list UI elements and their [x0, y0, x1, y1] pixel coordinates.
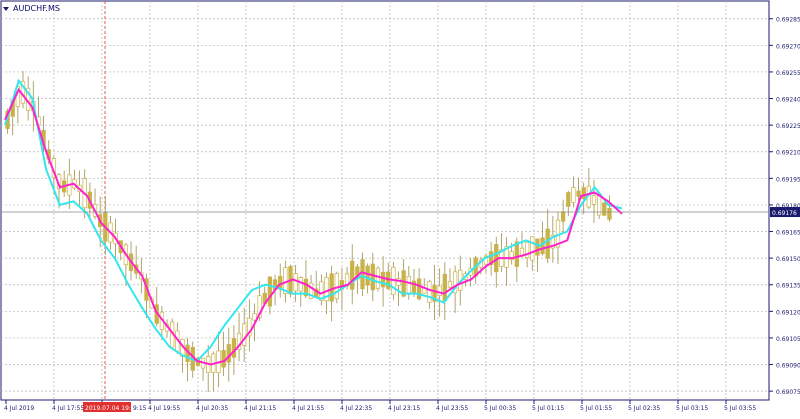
candle-body	[360, 259, 365, 290]
price-axis-label: 0.69225	[776, 123, 800, 130]
candle-body	[514, 241, 519, 267]
candle-body	[293, 273, 298, 292]
candle-body	[545, 228, 550, 259]
time-axis-label: 4 Jul 20:35	[196, 405, 228, 412]
candle-body	[221, 350, 226, 368]
candle-body	[442, 273, 447, 302]
candle-body	[566, 192, 571, 207]
price-axis-label: 0.69210	[776, 150, 800, 157]
triangle-down-icon[interactable]	[3, 6, 9, 11]
time-axis-label: 4 Jul 22:35	[340, 405, 372, 412]
candle-body	[427, 281, 432, 303]
time-axis-label: 5 Jul 03:55	[724, 405, 756, 412]
candle-body	[252, 313, 257, 321]
time-axis-label: 4 Jul 17:55	[52, 405, 84, 412]
candle-body	[560, 211, 566, 222]
candle-body	[571, 187, 576, 203]
candle-body	[607, 207, 612, 220]
candle-body	[329, 273, 334, 302]
time-marker-label: 2019.07.04 19:00	[85, 405, 139, 412]
price-axis-label: 0.69270	[776, 43, 800, 50]
time-marker-suffix: 9:15	[133, 405, 147, 412]
price-axis-label: 0.69105	[776, 336, 800, 343]
candle-body	[535, 238, 540, 256]
symbol-title: AUDCHF.MS	[13, 3, 60, 13]
price-axis-label: 0.69240	[776, 97, 800, 104]
chart-window[interactable]: AUDCHF.MS 0.69285 0.69270 0.69255 0.69240 0.…	[0, 0, 800, 415]
candle-body	[375, 267, 381, 289]
time-axis-label: 5 Jul 01:15	[532, 405, 564, 412]
candle-body	[370, 263, 375, 291]
price-axis-label: 0.69075	[776, 389, 800, 396]
time-axis-label: 4 Jul 21:15	[244, 405, 276, 412]
candle-body	[437, 285, 442, 296]
time-axis-label: 5 Jul 03:15	[676, 405, 708, 412]
current-price-label: 0.69176	[772, 210, 797, 217]
price-axis-label: 0.69090	[776, 363, 800, 370]
price-axis-label: 0.69135	[776, 283, 800, 290]
candle-body	[334, 273, 339, 300]
candle-body	[406, 275, 411, 294]
price-axis-label: 0.69285	[776, 17, 800, 24]
symbol-title-bar[interactable]: AUDCHF.MS	[3, 2, 60, 14]
candle-body	[602, 202, 607, 216]
candle-body	[447, 281, 453, 288]
candle-body	[576, 190, 581, 197]
price-chart[interactable]: 0.69285 0.69270 0.69255 0.69240 0.69225 0.692…	[0, 0, 800, 415]
candle-body	[226, 344, 231, 363]
candle-body	[350, 260, 355, 290]
candle-body	[591, 195, 597, 205]
candle-body	[298, 277, 303, 292]
time-axis-label: 5 Jul 01:55	[580, 405, 612, 412]
candle-body	[365, 265, 370, 286]
price-axis-label: 0.69165	[776, 230, 800, 237]
candle-body	[267, 276, 273, 307]
price-axis-label: 0.69120	[776, 309, 800, 316]
time-axis-label: 4 Jul 21:55	[292, 405, 324, 412]
time-axis-label: 4 Jul 2019	[4, 405, 34, 412]
candle-body	[380, 271, 386, 288]
candle-body	[416, 278, 422, 300]
candle-body	[581, 187, 586, 200]
candle-body	[231, 338, 237, 358]
price-axis-label: 0.69255	[776, 70, 800, 77]
time-axis-label: 5 Jul 00:35	[484, 405, 516, 412]
candle-body	[530, 236, 535, 261]
plot-area[interactable]	[0, 0, 770, 401]
time-axis-label: 4 Jul 23:15	[388, 405, 420, 412]
price-axis-label: 0.69195	[776, 176, 800, 183]
time-axis-label: 5 Jul 02:35	[628, 405, 660, 412]
time-axis-label: 4 Jul 19:55	[148, 405, 180, 412]
time-axis-label: 4 Jul 23:55	[436, 405, 468, 412]
price-axis-label: 0.69150	[776, 256, 800, 263]
